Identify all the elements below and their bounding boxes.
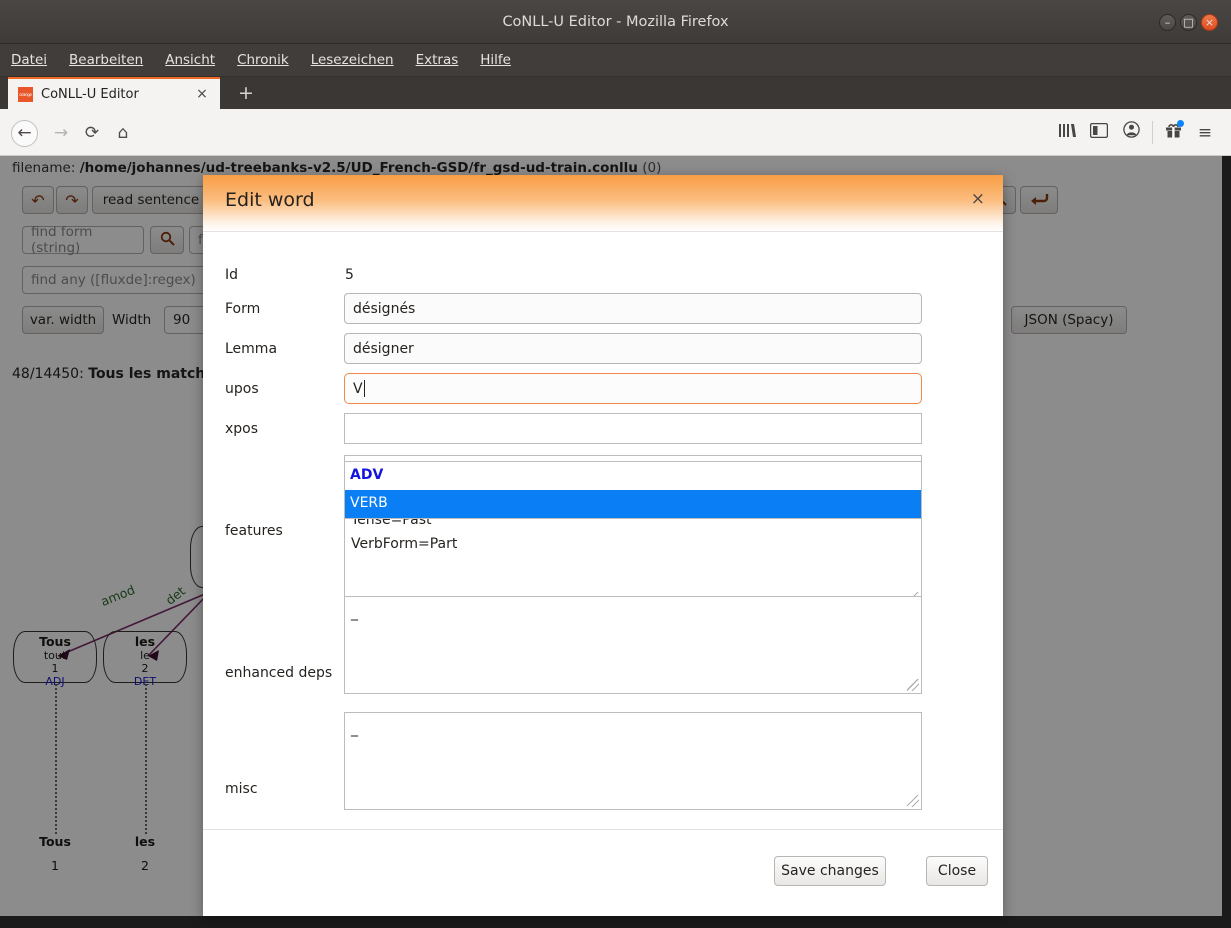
new-tab-button[interactable]: +	[232, 79, 260, 107]
dialog-close-icon[interactable]: ×	[971, 189, 985, 209]
tab-close-icon[interactable]: ×	[192, 79, 212, 109]
back-icon[interactable]: ←	[11, 120, 38, 147]
library-icon[interactable]	[1054, 121, 1080, 145]
menu-item-bearbeiten[interactable]: Bearbeiten	[58, 44, 154, 77]
autocomplete-item-verb[interactable]: VERB	[345, 490, 921, 518]
reload-icon[interactable]: ⟳	[79, 120, 105, 146]
account-icon[interactable]	[1118, 121, 1144, 145]
field-value-id: 5	[345, 267, 354, 283]
menu-item-extras[interactable]: Extras	[405, 44, 470, 77]
window-titlebar: CoNLL-U Editor - Mozilla Firefox – □ ×	[0, 0, 1231, 44]
upos-autocomplete-dropdown[interactable]: ADV VERB	[344, 461, 922, 519]
gift-notification-dot	[1177, 120, 1184, 127]
toolbar-separator	[1152, 121, 1153, 144]
resize-grip-icon[interactable]	[907, 795, 919, 807]
misc-value: _	[351, 721, 358, 737]
field-label-id: Id	[225, 267, 239, 283]
menu-item-lesezeichen-label: Lesezeichen	[310, 52, 394, 68]
window-minimize-button[interactable]: –	[1159, 14, 1176, 31]
field-label-features: features	[225, 523, 283, 539]
maximize-icon: □	[1183, 16, 1194, 29]
tab-conllu-editor[interactable]: orange CoNLL-U Editor ×	[8, 77, 220, 109]
close-dialog-button[interactable]: Close	[926, 856, 988, 886]
minimize-icon: –	[1164, 16, 1171, 29]
browser-window: CoNLL-U Editor - Mozilla Firefox – □ × D…	[0, 0, 1231, 928]
menu-item-datei[interactable]: Datei	[0, 44, 58, 77]
upos-input[interactable]: V	[344, 373, 922, 404]
autocomplete-item-adv[interactable]: ADV	[345, 462, 921, 490]
gift-icon[interactable]	[1160, 120, 1186, 145]
close-icon: ×	[1204, 16, 1215, 29]
forward-icon[interactable]: →	[48, 120, 74, 146]
menu-item-ansicht[interactable]: Ansicht	[154, 44, 226, 77]
xpos-input[interactable]	[344, 413, 922, 444]
menu-item-bearbeiten-label: Bearbeiten	[69, 52, 144, 68]
window-maximize-button[interactable]: □	[1180, 14, 1197, 31]
library-glyph	[1058, 124, 1076, 137]
features-line-4: VerbForm=Part	[351, 536, 458, 552]
lemma-input[interactable]: désigner	[344, 333, 922, 364]
edit-word-dialog: Edit word × Id 5 Form désignés Lemma dés…	[203, 175, 1003, 916]
field-label-xpos: xpos	[225, 421, 259, 437]
resize-grip-icon[interactable]	[907, 679, 919, 691]
menu-bar: Datei Bearbeiten Ansicht Chronik Lesezei…	[0, 44, 1231, 77]
menu-item-chronik[interactable]: Chronik	[226, 44, 300, 77]
window-title: CoNLL-U Editor - Mozilla Firefox	[502, 14, 729, 30]
tab-strip: orange CoNLL-U Editor × +	[0, 77, 1231, 109]
menu-item-hilfe[interactable]: Hilfe	[469, 44, 522, 77]
field-label-lemma: Lemma	[225, 341, 278, 357]
home-icon[interactable]: ⌂	[110, 120, 136, 146]
window-close-button[interactable]: ×	[1201, 14, 1218, 31]
enhanced-deps-textarea[interactable]: _	[344, 596, 922, 694]
dialog-body: Id 5 Form désignés Lemma désigner upos V…	[203, 233, 1003, 829]
field-label-enhanced-deps: enhanced deps	[225, 665, 333, 681]
favicon-text: orange	[19, 92, 32, 97]
menu-item-ansicht-label: Ansicht	[165, 52, 216, 68]
navigation-toolbar: ← → ⟳ ⌂ ⓘ localhost:5555 ••• ☆	[0, 109, 1231, 251]
menu-item-extras-label: Extras	[415, 52, 459, 68]
menu-item-datei-label: Datei	[11, 52, 48, 68]
favicon-icon: orange	[18, 87, 33, 102]
field-label-form: Form	[225, 301, 261, 317]
dialog-title: Edit word	[225, 189, 315, 211]
sidebar-glyph	[1089, 122, 1109, 139]
misc-textarea[interactable]: _	[344, 712, 922, 810]
field-label-upos: upos	[225, 381, 259, 397]
field-label-misc: misc	[225, 781, 258, 797]
account-glyph	[1122, 121, 1140, 138]
sidebar-icon[interactable]	[1086, 121, 1112, 145]
save-changes-button[interactable]: Save changes	[774, 856, 886, 886]
upos-input-value: V	[353, 380, 363, 397]
dialog-footer: Save changes Close	[203, 829, 1003, 916]
menu-item-lesezeichen[interactable]: Lesezeichen	[300, 44, 405, 77]
form-input[interactable]: désignés	[344, 293, 922, 324]
tab-title: CoNLL-U Editor	[41, 87, 139, 102]
dialog-header: Edit word ×	[203, 175, 1003, 232]
hamburger-menu-icon[interactable]: ≡	[1192, 121, 1218, 145]
text-caret	[363, 380, 365, 397]
enhanced-deps-value: _	[351, 605, 358, 621]
menu-item-hilfe-label: Hilfe	[480, 52, 511, 68]
menu-item-chronik-label: Chronik	[237, 52, 289, 68]
